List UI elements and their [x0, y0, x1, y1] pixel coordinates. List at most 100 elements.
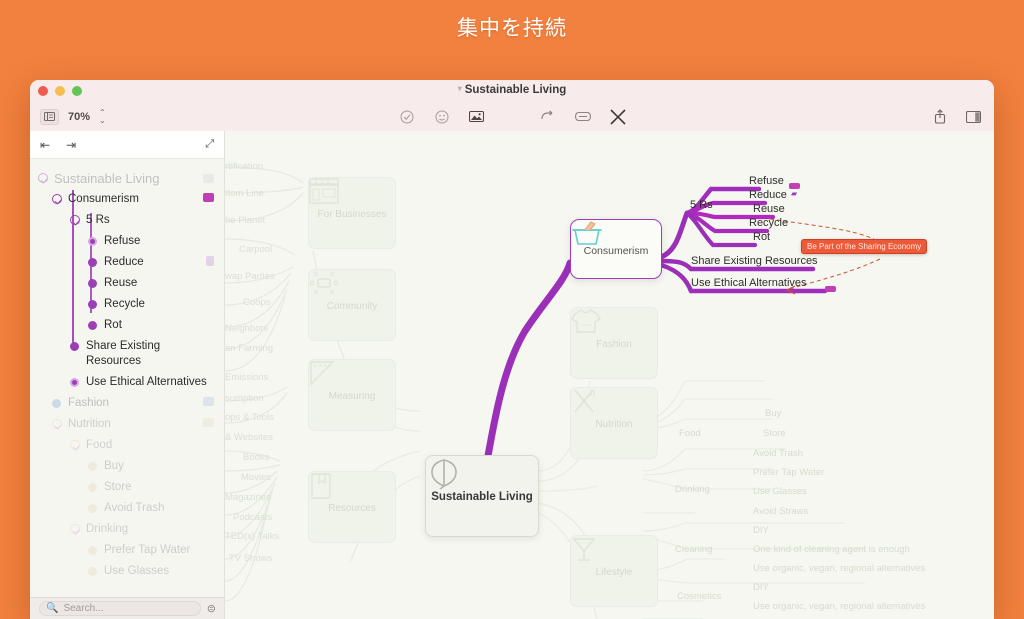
- ghost-label-left-16[interactable]: TED(x) Talks: [225, 531, 279, 542]
- ghost-label-left-15[interactable]: Podcasts: [233, 512, 272, 523]
- sidebar-item-buy[interactable]: Buy: [30, 455, 224, 476]
- collapse-left-icon[interactable]: ⇤: [40, 138, 50, 152]
- ghost-node-resources[interactable]: Resources: [308, 471, 396, 543]
- ghost-label-left-14[interactable]: Magazines: [225, 492, 271, 503]
- ghost-label-left-13[interactable]: Movies: [241, 472, 271, 483]
- use-ethical-alternatives-badge[interactable]: [825, 286, 836, 292]
- sidebar-item-consumerism[interactable]: Consumerism: [30, 188, 224, 209]
- ghost-label-right-6[interactable]: Use Glasses: [753, 486, 807, 497]
- search-input[interactable]: 🔍 Search...: [39, 601, 201, 616]
- branch-label-refuse[interactable]: Refuse: [749, 175, 784, 187]
- ghost-node-measuring[interactable]: Measuring: [308, 359, 396, 431]
- sidebar-item-refuse[interactable]: Refuse: [30, 230, 224, 251]
- ghost-node-nutrition[interactable]: Nutrition: [570, 387, 658, 459]
- zoom-level[interactable]: 70%: [68, 111, 90, 123]
- sidebar-item-rot[interactable]: Rot: [30, 314, 224, 335]
- branch-label-use-ethical-alternatives[interactable]: Use Ethical Alternatives: [691, 277, 807, 289]
- document-chevron-icon[interactable]: ▾: [458, 84, 462, 93]
- ghost-label-left-8[interactable]: Emissions: [225, 372, 268, 383]
- mindmap-canvas[interactable]: For Businesses Community Measuring Resou…: [225, 131, 994, 619]
- note-badge[interactable]: [206, 256, 214, 266]
- sidebar-item-share-existing-resources[interactable]: Share Existing Resources: [30, 335, 224, 371]
- clear-circle-icon[interactable]: ⊜: [207, 602, 216, 615]
- ghost-label-left-1[interactable]: ttom Line: [225, 188, 264, 199]
- disclosure-icon[interactable]: [52, 194, 62, 204]
- ghost-label-left-0[interactable]: rtification: [225, 161, 263, 172]
- focus-icon[interactable]: [609, 108, 626, 125]
- branch-label-rot[interactable]: Rot: [753, 231, 770, 243]
- ghost-label-right-0[interactable]: Food: [679, 428, 701, 439]
- branch-label-recycle[interactable]: Recycle: [749, 217, 788, 229]
- image-badge[interactable]: [203, 397, 214, 406]
- branch-label-5rs[interactable]: 5 Rs: [690, 199, 713, 211]
- disclosure-icon[interactable]: [70, 524, 80, 534]
- sidebar-item-nutrition[interactable]: Nutrition: [30, 413, 224, 434]
- disclosure-icon[interactable]: [70, 440, 80, 450]
- ghost-node-fashion[interactable]: Fashion: [570, 307, 658, 379]
- ghost-label-left-6[interactable]: Neighbors: [225, 323, 268, 334]
- ghost-label-left-2[interactable]: he Planet: [225, 215, 265, 226]
- ghost-label-right-7[interactable]: Avoid Straws: [753, 506, 808, 517]
- ghost-label-left-7[interactable]: an Farming: [225, 343, 273, 354]
- branch-label-share-existing-resources[interactable]: Share Existing Resources: [691, 255, 818, 267]
- sidebar-item-fashion[interactable]: Fashion: [30, 392, 224, 413]
- branch-label-reuse[interactable]: Reuse: [753, 203, 785, 215]
- ghost-label-left-10[interactable]: ops & Tools: [225, 412, 274, 423]
- root-node-sustainable-living[interactable]: Sustainable Living: [425, 455, 539, 537]
- sidebar-item-use-glasses[interactable]: Use Glasses: [30, 560, 224, 581]
- sidebar-item-avoid-trash[interactable]: Avoid Trash: [30, 497, 224, 518]
- ghost-label-right-4[interactable]: Drinking: [675, 484, 710, 495]
- image-badge[interactable]: [203, 418, 214, 427]
- ghost-label-right-9[interactable]: Cleaning: [675, 544, 713, 555]
- ghost-label-right-10[interactable]: One kind of cleaning agent is enough: [753, 544, 910, 555]
- ghost-label-right-1[interactable]: Buy: [765, 408, 781, 419]
- ghost-node-lifestyle[interactable]: Lifestyle: [570, 535, 658, 607]
- sidebar-item-drinking[interactable]: Drinking: [30, 518, 224, 539]
- sidebar-item-sustainable-living[interactable]: Sustainable Living: [30, 167, 224, 188]
- sidebar-item-recycle[interactable]: Recycle: [30, 293, 224, 314]
- image-icon[interactable]: [468, 108, 485, 125]
- inspector-panel-icon[interactable]: [965, 108, 982, 125]
- ghost-label-left-9[interactable]: sumption: [225, 393, 264, 404]
- sidebar-item-food[interactable]: Food: [30, 434, 224, 455]
- ghost-label-left-11[interactable]: & Websites: [225, 432, 273, 443]
- smiley-circle-icon[interactable]: [433, 108, 450, 125]
- ghost-label-right-3[interactable]: Avoid Trash: [753, 448, 803, 459]
- ghost-label-right-12[interactable]: Cosmetics: [677, 591, 721, 602]
- sidebar-item-use-ethical-alternatives[interactable]: Use Ethical Alternatives: [30, 371, 224, 392]
- sidebar-item-5rs[interactable]: 5 Rs: [30, 209, 224, 230]
- sidebar-item-reuse[interactable]: Reuse: [30, 272, 224, 293]
- ghost-node-community[interactable]: Community: [308, 269, 396, 341]
- checkmark-circle-icon[interactable]: [398, 108, 415, 125]
- reduce-note-badge[interactable]: ▰: [791, 189, 797, 198]
- focus-node-consumerism[interactable]: Consumerism: [570, 219, 662, 279]
- comment-icon[interactable]: [574, 108, 591, 125]
- branch-label-reduce[interactable]: Reduce: [749, 189, 787, 201]
- share-icon[interactable]: [931, 108, 948, 125]
- undo-icon[interactable]: [539, 108, 556, 125]
- ghost-node-for-businesses[interactable]: For Businesses: [308, 177, 396, 249]
- image-badge[interactable]: [203, 174, 214, 183]
- ghost-label-left-12[interactable]: Books: [243, 452, 269, 463]
- ghost-label-left-3[interactable]: Carpool: [239, 244, 272, 255]
- disclosure-icon[interactable]: [38, 173, 48, 183]
- outline-view-icon[interactable]: [40, 108, 59, 125]
- image-badge[interactable]: [203, 193, 214, 202]
- ghost-label-right-14[interactable]: Use organic, vegan, regional alternative…: [753, 601, 925, 612]
- ghost-label-right-5[interactable]: Prefer Tap Water: [753, 467, 824, 478]
- ghost-label-left-5[interactable]: Coops: [243, 297, 270, 308]
- stepper-updown-icon[interactable]: ⌃ ⌄: [99, 109, 106, 124]
- sidebar-item-store[interactable]: Store: [30, 476, 224, 497]
- sidebar-item-prefer-tap-water[interactable]: Prefer Tap Water: [30, 539, 224, 560]
- expand-right-icon[interactable]: ⇥: [66, 138, 76, 152]
- disclosure-icon[interactable]: [70, 215, 80, 225]
- callout-sharing-economy[interactable]: Be Part of the Sharing Economy: [801, 239, 928, 254]
- sidebar-item-reduce[interactable]: Reduce: [30, 251, 224, 272]
- ghost-label-left-17[interactable]: TV Shows: [229, 553, 272, 564]
- ghost-label-right-13[interactable]: DIY: [753, 582, 769, 593]
- diagonal-resize-icon[interactable]: ⤢: [205, 138, 214, 151]
- ghost-label-right-8[interactable]: DIY: [753, 525, 769, 536]
- ghost-label-left-4[interactable]: wap Parties: [225, 271, 275, 282]
- disclosure-icon[interactable]: [52, 419, 62, 429]
- ghost-label-right-2[interactable]: Store: [763, 428, 786, 439]
